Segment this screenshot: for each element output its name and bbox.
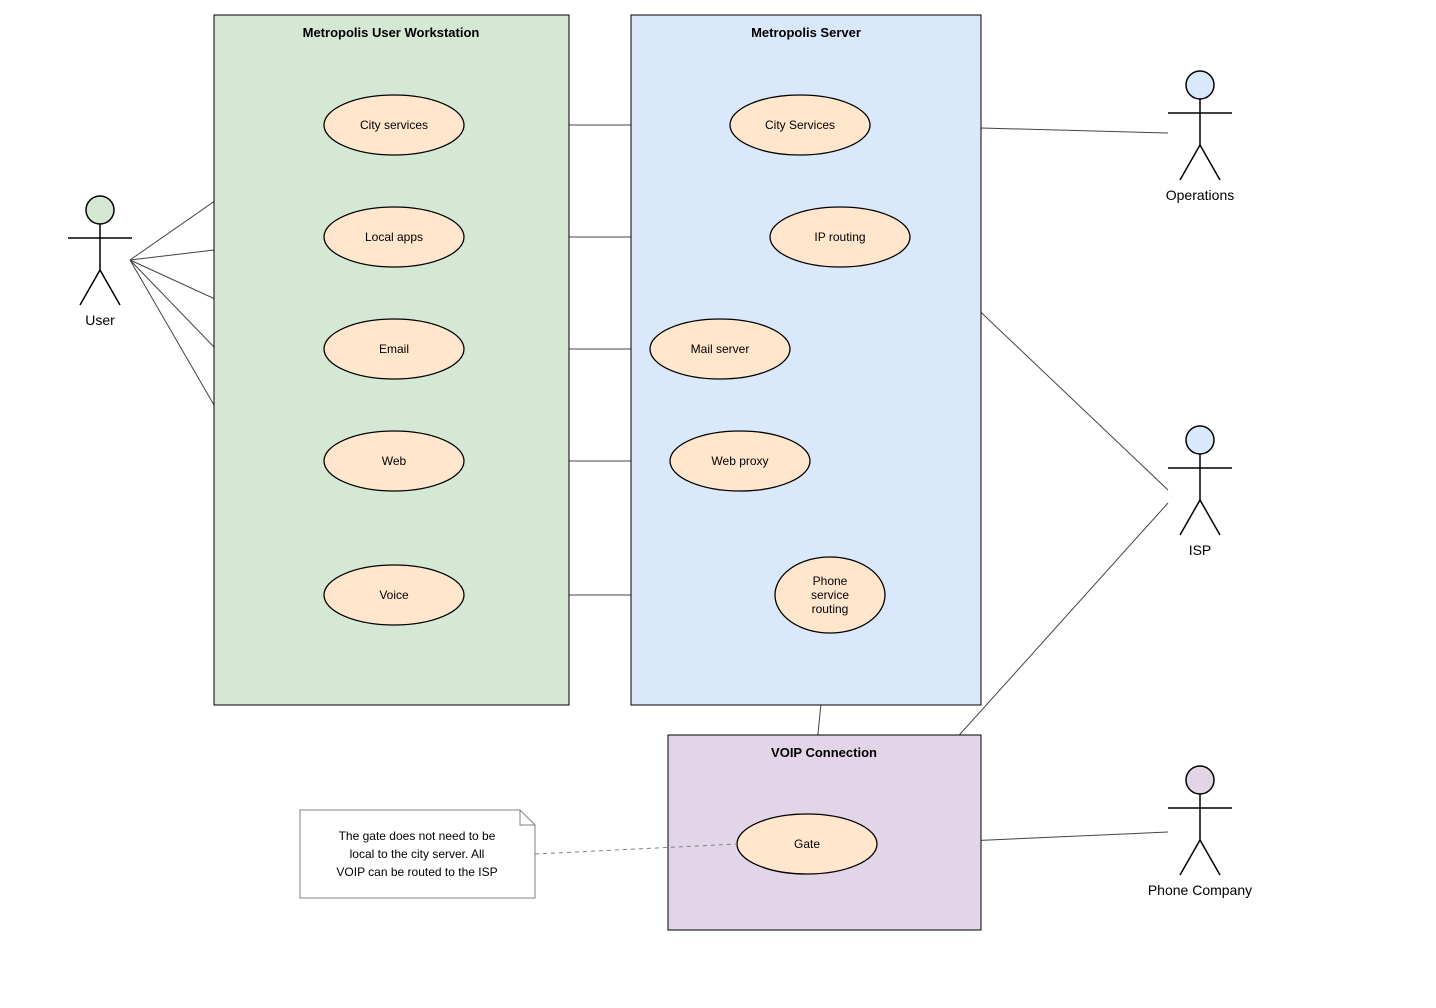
actor-isp: ISP — [1168, 426, 1232, 558]
usecase-phone_routing: Phoneservicerouting — [775, 557, 885, 633]
actor-phone_company-label: Phone Company — [1148, 882, 1252, 898]
boundary-workstation-title: Metropolis User Workstation — [303, 25, 480, 40]
usecase-voice-label: Voice — [379, 588, 409, 602]
actor-user-label: User — [85, 312, 115, 328]
actor-user: User — [68, 196, 132, 328]
usecase-voice: Voice — [324, 565, 464, 625]
usecase-city_services_ws: City services — [324, 95, 464, 155]
note-line2: local to the city server. All — [350, 847, 485, 861]
boundary-voip-title: VOIP Connection — [771, 745, 877, 760]
note-line1: The gate does not need to be — [339, 829, 496, 843]
actor-phone_company-head-icon — [1186, 766, 1214, 794]
actor-isp-label: ISP — [1189, 542, 1212, 558]
usecase-phone_routing-label: service — [811, 588, 849, 602]
usecase-city_services_srv-label: City Services — [765, 118, 835, 132]
usecase-city_services_srv: City Services — [730, 95, 870, 155]
usecase-gate-label: Gate — [794, 837, 820, 851]
usecase-phone_routing-label: routing — [812, 602, 849, 616]
boundary-server-title: Metropolis Server — [751, 25, 861, 40]
usecase-ip_routing-label: IP routing — [814, 230, 865, 244]
use-case-diagram: Metropolis User Workstation Metropolis S… — [0, 0, 1436, 1008]
actor-operations-head-icon — [1186, 71, 1214, 99]
actor-operations-label: Operations — [1166, 187, 1234, 203]
usecase-local_apps-label: Local apps — [365, 230, 423, 244]
usecase-email-label: Email — [379, 342, 409, 356]
note-line3: VOIP can be routed to the ISP — [336, 865, 497, 879]
actor-isp-head-icon — [1186, 426, 1214, 454]
usecase-web: Web — [324, 431, 464, 491]
usecase-web-label: Web — [382, 454, 407, 468]
usecase-phone_routing-label: Phone — [813, 574, 848, 588]
actor-operations: Operations — [1166, 71, 1234, 203]
usecase-gate: Gate — [737, 814, 877, 874]
usecase-web_proxy-label: Web proxy — [711, 454, 768, 468]
usecase-local_apps: Local apps — [324, 207, 464, 267]
actor-user-head-icon — [86, 196, 114, 224]
usecase-ip_routing: IP routing — [770, 207, 910, 267]
usecase-city_services_ws-label: City services — [360, 118, 428, 132]
usecase-web_proxy: Web proxy — [670, 431, 810, 491]
usecase-mail_server: Mail server — [650, 319, 790, 379]
note: The gate does not need to be local to th… — [300, 810, 535, 898]
usecase-mail_server-label: Mail server — [691, 342, 750, 356]
usecase-email: Email — [324, 319, 464, 379]
